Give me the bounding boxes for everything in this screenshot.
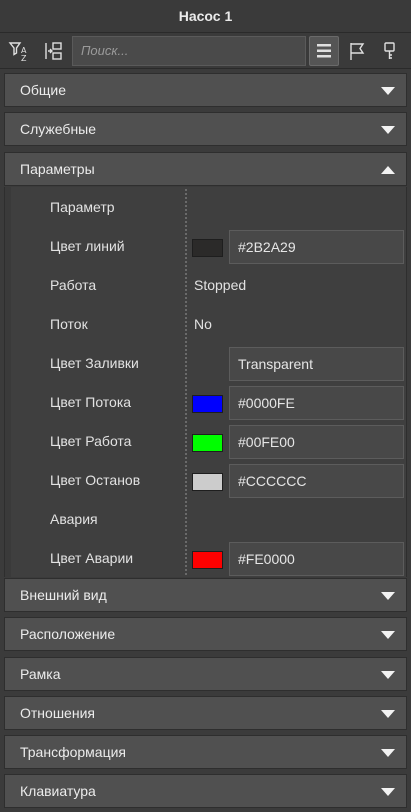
property-row: Цвет Аварии #FE0000 bbox=[5, 539, 408, 578]
property-row: Цвет линий #2B2A29 bbox=[5, 227, 408, 266]
chevron-down-icon bbox=[381, 671, 395, 679]
property-value-input[interactable]: #2B2A29 bbox=[229, 230, 404, 264]
flag-icon[interactable] bbox=[342, 36, 372, 66]
sort-az-filter-icon[interactable]: A Z bbox=[4, 36, 34, 66]
section-transformation[interactable]: Трансформация bbox=[4, 735, 407, 769]
parameters-panel: Параметр Цвет линий #2B2A29 Работа Stopp… bbox=[4, 187, 407, 577]
section-general[interactable]: Общие bbox=[4, 73, 407, 107]
section-position[interactable]: Расположение bbox=[4, 617, 407, 651]
section-frame[interactable]: Рамка bbox=[4, 657, 407, 691]
section-label: Общие bbox=[20, 82, 67, 98]
chevron-up-icon bbox=[381, 166, 395, 174]
color-swatch[interactable] bbox=[192, 473, 223, 491]
property-label: Параметр bbox=[50, 199, 115, 215]
collapse-tree-icon[interactable] bbox=[38, 36, 68, 66]
property-row: Цвет Работа #00FE00 bbox=[5, 422, 408, 461]
chevron-down-icon bbox=[381, 631, 395, 639]
property-row: Параметр bbox=[5, 188, 408, 227]
section-label: Служебные bbox=[20, 121, 97, 137]
property-value-input[interactable]: #00FE00 bbox=[229, 425, 404, 459]
chevron-down-icon bbox=[381, 126, 395, 134]
section-appearance[interactable]: Внешний вид bbox=[4, 578, 407, 612]
property-panel: Насос 1 A Z Поиск... Общие Служебные Пар… bbox=[0, 0, 411, 812]
chevron-down-icon bbox=[381, 788, 395, 796]
chevron-down-icon bbox=[381, 592, 395, 600]
key-icon[interactable] bbox=[375, 36, 405, 66]
section-parameters[interactable]: Параметры bbox=[4, 152, 407, 186]
chevron-down-icon bbox=[381, 87, 395, 95]
chevron-down-icon bbox=[381, 710, 395, 718]
section-label: Клавиатура bbox=[20, 783, 96, 799]
section-label: Трансформация bbox=[20, 744, 126, 760]
property-row: Цвет Потока #0000FE bbox=[5, 383, 408, 422]
property-label: Авария bbox=[50, 511, 98, 527]
property-value-input[interactable]: #0000FE bbox=[229, 386, 404, 420]
color-swatch[interactable] bbox=[192, 395, 223, 413]
color-swatch[interactable] bbox=[192, 239, 223, 257]
property-label: Работа bbox=[50, 277, 97, 293]
section-label: Внешний вид bbox=[20, 587, 107, 603]
color-swatch[interactable] bbox=[192, 551, 223, 569]
property-value-input[interactable]: #FE0000 bbox=[229, 542, 404, 576]
property-label: Цвет Заливки bbox=[50, 355, 139, 371]
property-row: Работа Stopped bbox=[5, 266, 408, 305]
color-swatch[interactable] bbox=[192, 434, 223, 452]
chevron-down-icon bbox=[381, 749, 395, 757]
section-relations[interactable]: Отношения bbox=[4, 696, 407, 730]
property-row: Поток No bbox=[5, 305, 408, 344]
search-input[interactable]: Поиск... bbox=[72, 36, 306, 66]
property-value-input[interactable]: #CCCCCC bbox=[229, 464, 404, 498]
section-label: Отношения bbox=[20, 705, 95, 721]
property-row: Авария bbox=[5, 500, 408, 539]
property-value-input[interactable]: Transparent bbox=[229, 347, 404, 381]
property-label: Цвет Потока bbox=[50, 394, 132, 410]
property-label: Поток bbox=[50, 316, 88, 332]
section-keyboard[interactable]: Клавиатура bbox=[4, 774, 407, 808]
property-label: Цвет Работа bbox=[50, 433, 132, 449]
property-label: Цвет Останов bbox=[50, 472, 141, 488]
section-service[interactable]: Служебные bbox=[4, 112, 407, 146]
list-view-icon[interactable] bbox=[309, 36, 339, 66]
section-label: Рамка bbox=[20, 666, 61, 682]
property-row: Цвет Заливки Transparent bbox=[5, 344, 408, 383]
section-label: Расположение bbox=[20, 626, 116, 642]
property-row: Цвет Останов #CCCCCC bbox=[5, 461, 408, 500]
toolbar: A Z Поиск... bbox=[0, 33, 411, 69]
property-value[interactable]: Stopped bbox=[194, 266, 246, 305]
svg-text:Z: Z bbox=[21, 54, 27, 62]
property-label: Цвет линий bbox=[50, 238, 125, 254]
section-label: Параметры bbox=[20, 161, 95, 177]
property-value[interactable]: No bbox=[194, 305, 212, 344]
panel-title: Насос 1 bbox=[0, 0, 411, 33]
property-label: Цвет Аварии bbox=[50, 550, 134, 566]
